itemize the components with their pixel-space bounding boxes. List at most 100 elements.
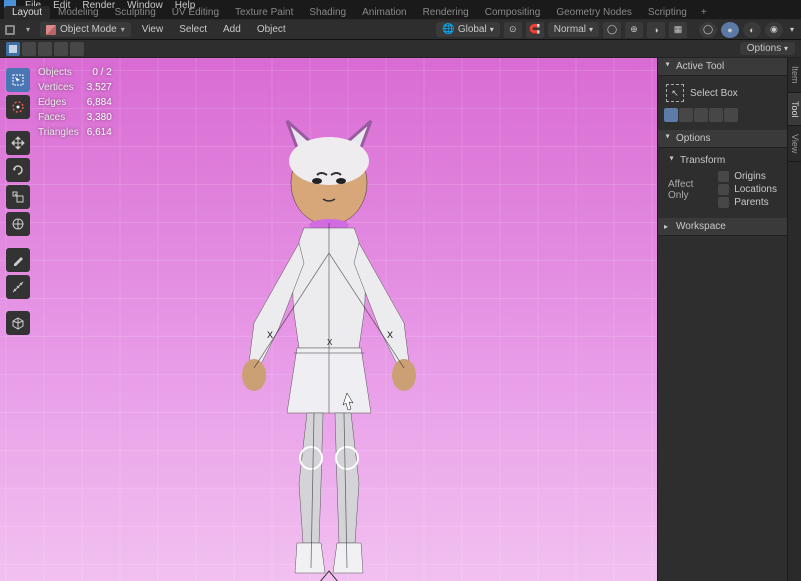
snap-label: Normal <box>554 24 586 35</box>
overlay-bone-icon[interactable] <box>38 42 52 56</box>
tab-modeling[interactable]: Modeling <box>50 6 107 19</box>
overlay-objects-icon[interactable] <box>6 42 20 56</box>
shading-material-icon[interactable]: ◐ <box>743 22 761 38</box>
orientation-label: Global <box>458 24 487 35</box>
select-set-icon[interactable] <box>664 108 678 122</box>
tool-transform[interactable] <box>6 212 30 236</box>
shading-solid-icon[interactable]: ● <box>721 22 739 38</box>
affect-only-label: Affect Only <box>668 179 710 201</box>
workspace-tabs: Layout Modeling Sculpting UV Editing Tex… <box>0 10 801 20</box>
select-mode-row <box>664 108 781 122</box>
chevron-down-icon: ▾ <box>121 25 125 34</box>
xray-toggle-icon[interactable]: ▦ <box>669 22 687 38</box>
editor-type-chevron-icon[interactable]: ▾ <box>22 24 34 36</box>
stat-value: 0 / 2 <box>87 66 118 79</box>
transform-label: Transform <box>680 155 725 166</box>
check-label: Parents <box>734 197 768 208</box>
tool-rotate[interactable] <box>6 158 30 182</box>
options-label: Options <box>747 43 781 54</box>
object-mode-icon <box>46 25 56 35</box>
select-invert-icon[interactable] <box>709 108 723 122</box>
tool-select-box[interactable] <box>6 68 30 92</box>
overlay-other-icon[interactable] <box>54 42 68 56</box>
checkbox-parents[interactable] <box>718 197 729 208</box>
tool-annotate[interactable] <box>6 248 30 272</box>
checkbox-origins[interactable] <box>718 171 729 182</box>
character-mesh[interactable]: X X X <box>199 113 459 581</box>
overlay-mesh-icon[interactable] <box>22 42 36 56</box>
tool-move[interactable] <box>6 131 30 155</box>
n-panel: ▸ Active Tool ↖ Select Box ▸ Options ▸ <box>657 58 787 581</box>
vtab-tool[interactable]: Tool <box>788 93 801 127</box>
overlay-toggle-icon[interactable]: ◑ <box>647 22 665 38</box>
globe-icon: 🌐 <box>442 24 454 35</box>
vtab-view[interactable]: View <box>788 126 801 162</box>
panel-title: Workspace <box>676 221 726 232</box>
chevron-down-icon: ▾ <box>589 25 593 34</box>
snap-toggle-icon[interactable]: 🧲 <box>526 22 544 38</box>
tool-measure[interactable] <box>6 275 30 299</box>
check-label: Locations <box>734 184 777 195</box>
tab-rendering[interactable]: Rendering <box>415 6 477 19</box>
tab-scripting[interactable]: Scripting <box>640 6 695 19</box>
add-workspace-button[interactable]: + <box>695 6 713 19</box>
gizmo-toggle-icon[interactable]: ⊕ <box>625 22 643 38</box>
shading-chevron-icon[interactable]: ▾ <box>787 25 797 34</box>
shading-wireframe-icon[interactable]: ◯ <box>699 22 717 38</box>
tool-name-label: Select Box <box>690 88 738 99</box>
select-intersect-icon[interactable] <box>724 108 738 122</box>
stat-key: Vertices <box>38 81 85 94</box>
viewport-header: ▾ Object Mode ▾ View Select Add Object 🌐… <box>0 20 801 40</box>
stat-value: 6,614 <box>87 126 118 139</box>
panel-active-tool-header[interactable]: ▸ Active Tool <box>658 58 787 76</box>
vtab-item[interactable]: Item <box>788 58 801 93</box>
select-extend-icon[interactable] <box>679 108 693 122</box>
orientation-dropdown[interactable]: 🌐 Global ▾ <box>436 22 499 37</box>
tool-cursor[interactable] <box>6 95 30 119</box>
check-label: Origins <box>734 171 766 182</box>
tool-scale[interactable] <box>6 185 30 209</box>
panel-workspace-header[interactable]: ▸ Workspace <box>658 218 787 236</box>
tab-uv-editing[interactable]: UV Editing <box>164 6 227 19</box>
panel-options-header[interactable]: ▸ Options <box>658 130 787 148</box>
chevron-down-icon: ▾ <box>784 44 788 53</box>
header-add[interactable]: Add <box>218 22 246 37</box>
shading-rendered-icon[interactable]: ◉ <box>765 22 783 38</box>
tab-geometry-nodes[interactable]: Geometry Nodes <box>548 6 640 19</box>
panel-options-body: ▸ Transform Affect Only Origins Location… <box>658 148 787 218</box>
panel-active-tool-body: ↖ Select Box <box>658 76 787 130</box>
chevron-down-icon: ▾ <box>490 25 494 34</box>
stat-key: Faces <box>38 111 85 124</box>
overlay-more-icon[interactable] <box>70 42 84 56</box>
checkbox-locations[interactable] <box>718 184 729 195</box>
tab-sculpting[interactable]: Sculpting <box>107 6 164 19</box>
panel-title: Active Tool <box>676 61 724 72</box>
3d-viewport[interactable]: Objects0 / 2 Vertices3,527 Edges6,884 Fa… <box>0 58 657 581</box>
n-panel-tabs: Item Tool View <box>787 58 801 581</box>
viewport-options-button[interactable]: Options ▾ <box>740 42 795 55</box>
stat-key: Edges <box>38 96 85 109</box>
tab-layout[interactable]: Layout <box>4 6 50 19</box>
disclosure-icon: ▸ <box>664 222 672 231</box>
select-box-tool-icon: ↖ <box>666 84 684 102</box>
header-object[interactable]: Object <box>252 22 291 37</box>
tab-shading[interactable]: Shading <box>301 6 354 19</box>
select-subtract-icon[interactable] <box>694 108 708 122</box>
snap-mode-dropdown[interactable]: Normal ▾ <box>548 22 599 37</box>
mode-selector[interactable]: Object Mode ▾ <box>40 22 131 37</box>
stat-value: 3,527 <box>87 81 118 94</box>
stat-key: Triangles <box>38 126 85 139</box>
header-view[interactable]: View <box>137 22 169 37</box>
pivot-icon[interactable]: ⊙ <box>504 22 522 38</box>
tab-compositing[interactable]: Compositing <box>477 6 549 19</box>
tool-add-primitive[interactable] <box>6 311 30 335</box>
tab-animation[interactable]: Animation <box>354 6 414 19</box>
proportional-edit-icon[interactable]: ◯ <box>603 22 621 38</box>
left-toolbar <box>4 64 32 339</box>
stat-value: 6,884 <box>87 96 118 109</box>
editor-type-icon[interactable] <box>4 24 16 36</box>
tab-texture-paint[interactable]: Texture Paint <box>227 6 301 19</box>
transform-subheader[interactable]: ▸ Transform <box>664 152 781 169</box>
header-select[interactable]: Select <box>174 22 212 37</box>
disclosure-icon: ▸ <box>664 135 673 143</box>
